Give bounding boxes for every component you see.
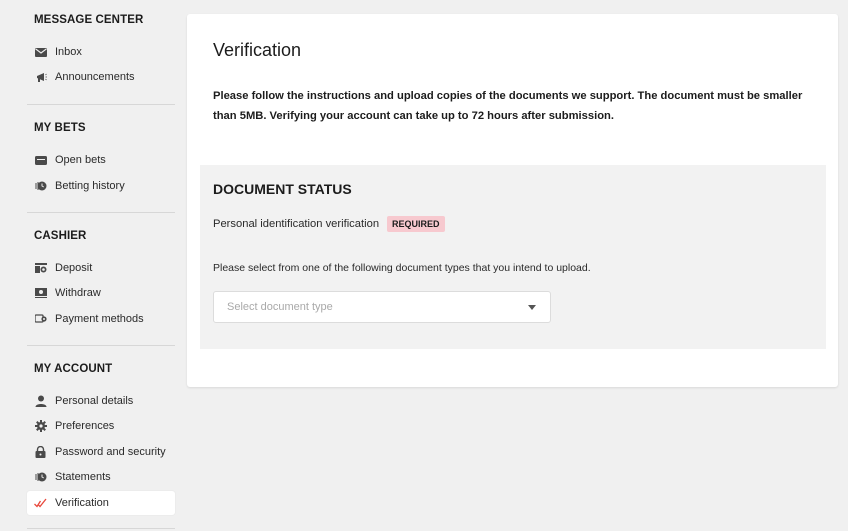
deposit-icon <box>34 262 47 275</box>
sidebar-item-label: Personal details <box>55 395 134 407</box>
sidebar-item-label: Deposit <box>55 262 93 274</box>
divider <box>27 212 175 213</box>
required-badge: REQUIRED <box>387 216 445 232</box>
verification-card: Verification Please follow the instructi… <box>187 14 838 387</box>
envelope-icon <box>34 46 47 59</box>
sidebar-item-password-security[interactable]: Password and security <box>27 440 175 464</box>
withdraw-icon <box>34 287 47 300</box>
person-icon <box>34 395 47 408</box>
sidebar-item-open-bets[interactable]: Open bets <box>27 148 175 172</box>
sidebar-item-label: Payment methods <box>55 313 144 325</box>
gear-icon <box>34 420 47 433</box>
intro-text: Please follow the instructions and uploa… <box>213 90 803 122</box>
sidebar-item-label: Withdraw <box>55 287 101 299</box>
history-icon <box>34 180 47 193</box>
divider <box>27 104 175 105</box>
sidebar-item-inbox[interactable]: Inbox <box>27 40 175 64</box>
sidebar-item-announcements[interactable]: Announcements <box>27 65 175 89</box>
sidebar-item-statements[interactable]: Statements <box>27 465 175 489</box>
document-type-hint: Please select from one of the following … <box>213 262 591 274</box>
sidebar-item-label: Preferences <box>55 420 115 432</box>
lock-icon <box>34 446 47 459</box>
document-status-panel: DOCUMENT STATUS Personal identification … <box>200 165 826 349</box>
sidebar-item-preferences[interactable]: Preferences <box>27 414 175 438</box>
sidebar-item-payment-methods[interactable]: Payment methods <box>27 307 175 331</box>
page-title: Verification <box>213 40 302 60</box>
sidebar-item-verification[interactable]: Verification <box>27 491 175 515</box>
sidebar-item-label: Verification <box>55 497 109 509</box>
section-title-my-account: MY ACCOUNT <box>34 363 113 375</box>
sidebar-item-deposit[interactable]: Deposit <box>27 256 175 280</box>
document-status-title: DOCUMENT STATUS <box>213 181 352 197</box>
personal-id-row: Personal identification verification REQ… <box>213 216 445 232</box>
section-title-my-bets: MY BETS <box>34 122 86 134</box>
sidebar-item-label: Open bets <box>55 154 106 166</box>
document-type-select[interactable]: Select document type <box>213 291 551 323</box>
divider <box>27 528 175 529</box>
sidebar-item-label: Betting history <box>55 180 125 192</box>
megaphone-icon <box>34 71 47 84</box>
section-title-message-center: MESSAGE CENTER <box>34 14 144 26</box>
divider <box>27 345 175 346</box>
sidebar-item-betting-history[interactable]: Betting history <box>27 174 175 198</box>
statements-icon <box>34 471 47 484</box>
sidebar-item-personal-details[interactable]: Personal details <box>27 389 175 413</box>
sidebar-item-label: Announcements <box>55 71 135 83</box>
sidebar-item-label: Password and security <box>55 446 166 458</box>
ticket-icon <box>34 154 47 167</box>
personal-id-label: Personal identification verification <box>213 218 380 230</box>
chevron-down-icon <box>528 305 536 310</box>
checkmark-icon <box>34 497 47 510</box>
sidebar-item-label: Inbox <box>55 46 82 58</box>
sidebar-item-label: Statements <box>55 471 111 483</box>
section-title-cashier: CASHIER <box>34 230 87 242</box>
sidebar: MESSAGE CENTER Inbox Announcements MY BE… <box>0 0 186 531</box>
payment-methods-icon <box>34 313 47 326</box>
select-placeholder: Select document type <box>227 301 333 313</box>
sidebar-item-withdraw[interactable]: Withdraw <box>27 281 175 305</box>
